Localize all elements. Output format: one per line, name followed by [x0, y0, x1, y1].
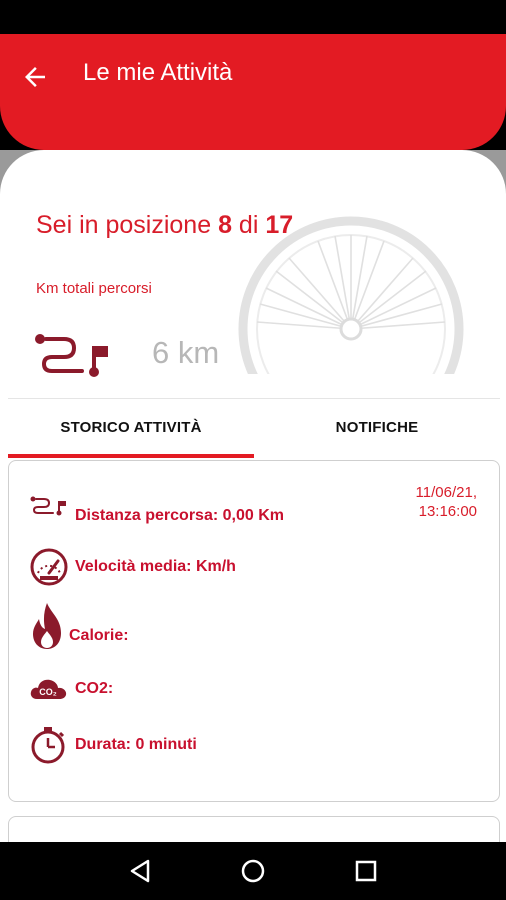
back-triangle-icon[interactable]: [126, 856, 156, 886]
km-total-value: 6 km: [152, 335, 220, 370]
activity-card[interactable]: 11/06/21, 13:16:00 Distanza percorsa: 0,…: [8, 460, 500, 802]
tab-bar: STORICO ATTIVITÀ NOTIFICHE: [8, 398, 500, 458]
activity-card[interactable]: [8, 816, 500, 842]
arrow-left-icon[interactable]: [20, 62, 50, 92]
svg-text:CO₂: CO₂: [39, 687, 57, 697]
distance-text: Distanza percorsa: 0,00 Km: [75, 507, 284, 524]
co2-text: CO2:: [75, 680, 114, 697]
speedometer-icon: [30, 548, 68, 586]
summary-panel: Sei in posizione 8 di 17 Km totali perco…: [0, 150, 506, 842]
co2-cloud-icon: CO₂: [30, 679, 67, 699]
flame-icon: [33, 603, 61, 649]
activity-date-time: 13:16:00: [418, 503, 477, 520]
system-nav-bar: [0, 842, 506, 900]
app-bar: Le mie Attività: [0, 34, 506, 150]
activity-date: 11/06/21, 13:16:00: [416, 483, 477, 521]
tab-storico-attivita[interactable]: STORICO ATTIVITÀ: [8, 399, 254, 459]
stopwatch-icon: [31, 727, 65, 764]
duration-row: Durata: 0 minuti: [29, 725, 197, 765]
page-title: Le mie Attività: [83, 59, 233, 86]
speed-text: Velocità media: Km/h: [75, 558, 236, 575]
status-bar: [0, 0, 506, 34]
co2-row: CO₂ CO2:: [29, 669, 113, 709]
recents-square-icon[interactable]: [351, 856, 381, 886]
speed-row: Velocità media: Km/h: [29, 547, 236, 587]
ranking-text: Sei in posizione 8 di 17: [36, 211, 294, 239]
duration-text: Durata: 0 minuti: [75, 736, 197, 753]
calories-row: Calorie:: [29, 601, 129, 651]
calories-text: Calorie:: [69, 627, 129, 644]
tab-notifiche[interactable]: NOTIFICHE: [254, 399, 500, 459]
activity-date-day: 11/06/21,: [415, 484, 477, 501]
home-circle-icon[interactable]: [238, 856, 268, 886]
route-icon: [30, 496, 66, 516]
content-area: Sei in posizione 8 di 17 Km totali perco…: [0, 150, 506, 842]
distance-row: Distanza percorsa: 0,00 Km: [29, 491, 284, 531]
km-total-label: Km totali percorsi: [36, 280, 152, 297]
tab-indicator: [8, 454, 254, 458]
route-icon: [35, 334, 108, 377]
